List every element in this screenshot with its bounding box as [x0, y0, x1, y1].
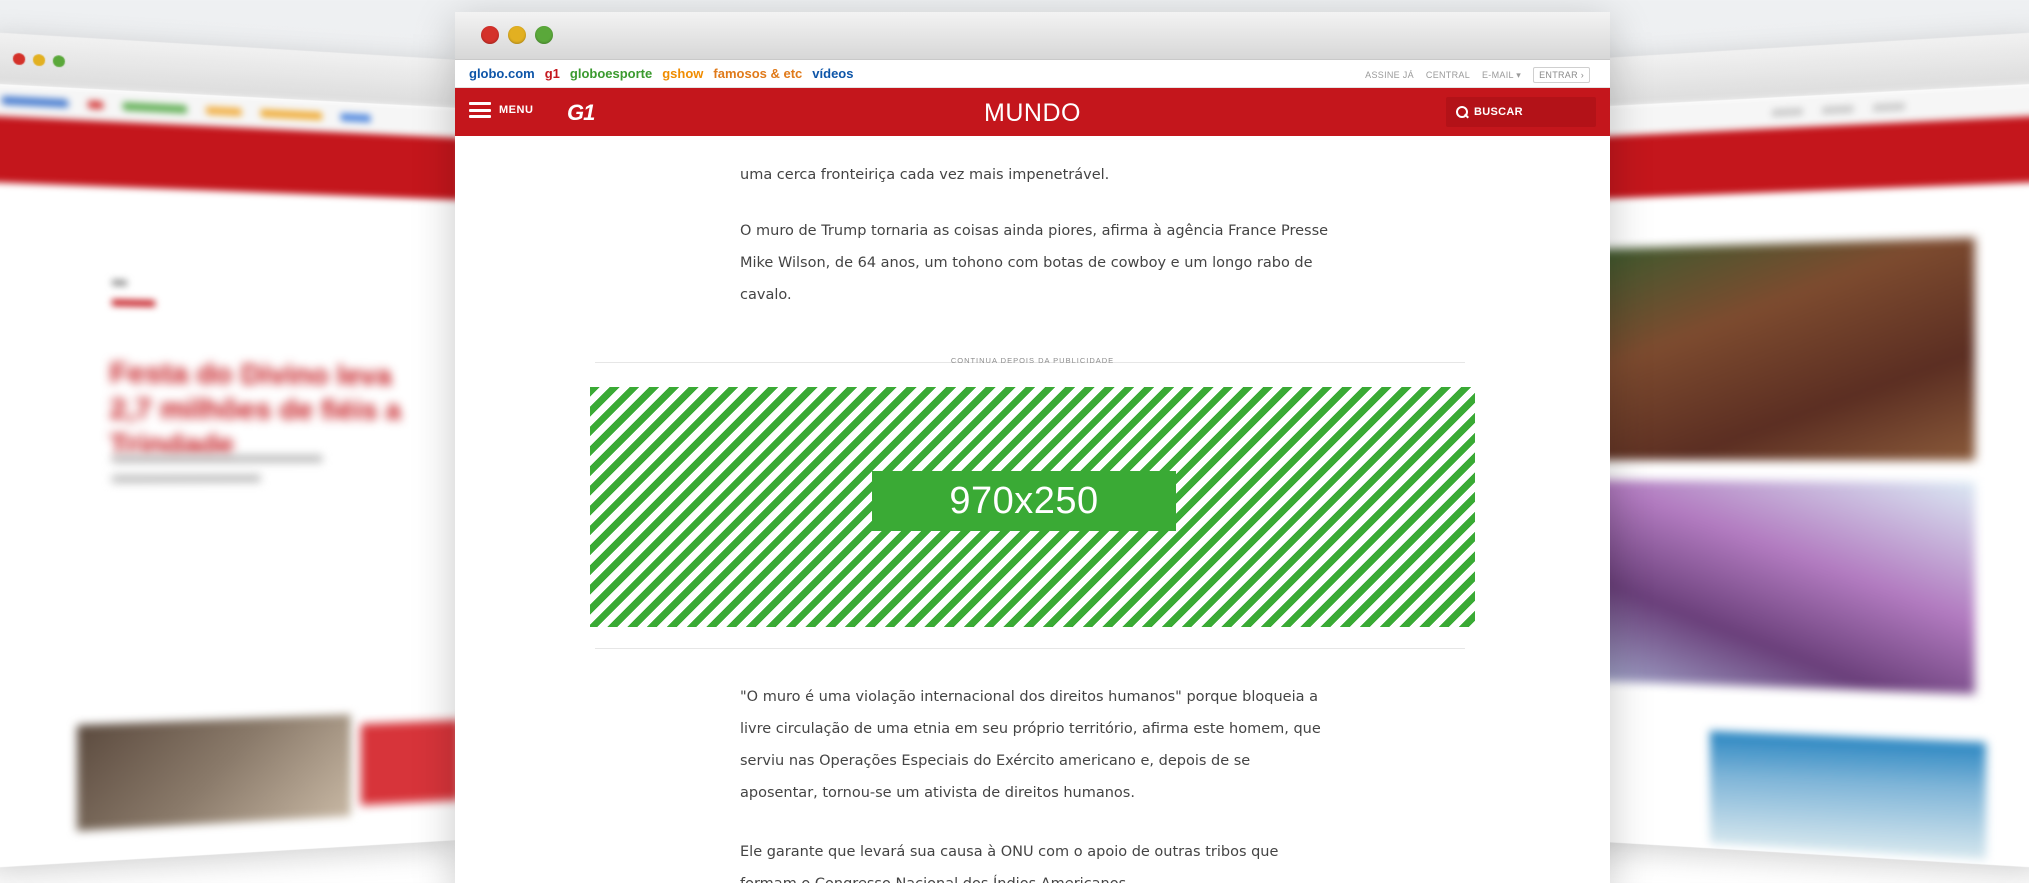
article-teaser: [360, 720, 460, 806]
login-button[interactable]: ENTRAR ›: [1533, 67, 1590, 83]
portal-link[interactable]: globo.com: [469, 66, 535, 81]
search-button[interactable]: BUSCAR: [1446, 97, 1596, 127]
article-image: [1599, 237, 1975, 461]
portal-link[interactable]: gshow: [662, 66, 703, 81]
close-dot-icon: [12, 52, 26, 66]
subscribe-link[interactable]: ASSINE JÁ: [1365, 70, 1414, 80]
search-label: BUSCAR: [1474, 106, 1523, 118]
minimize-dot-icon[interactable]: [508, 26, 526, 44]
article-paragraph: Ele garante que levará sua causa à ONU c…: [740, 844, 1279, 883]
article-paragraph: "O muro é uma violação internacional dos…: [740, 689, 1321, 801]
portal-link[interactable]: globoesporte: [570, 66, 652, 81]
portal-links: globo.com g1 globoesporte gshow famosos & et…: [469, 66, 853, 81]
portal-link[interactable]: g1: [545, 66, 560, 81]
section-title: MUNDO: [984, 99, 1081, 127]
portal-bar: globo.com g1 globoesporte gshow famosos & et…: [455, 60, 1610, 88]
background-window-left: Festa do Divino leva 2,7 milhões de fiéi…: [0, 32, 460, 868]
article-headline: Festa do Divino leva 2,7 milhões de fiéi…: [109, 356, 401, 461]
close-dot-icon[interactable]: [481, 26, 499, 44]
article-paragraph: uma cerca fronteiriça cada vez mais impe…: [740, 167, 1110, 183]
central-link[interactable]: CENTRAL: [1426, 70, 1470, 80]
article-image: [1709, 730, 1986, 860]
ad-slot[interactable]: 970x250: [590, 387, 1475, 627]
article-thumbnail: [77, 714, 351, 831]
maximize-dot-icon[interactable]: [535, 26, 553, 44]
section-nav-bar: MENU G1 MUNDO BUSCAR: [455, 88, 1610, 136]
background-window-right: [1570, 32, 2029, 868]
window-chrome: [455, 12, 1610, 60]
article-paragraph: O muro de Trump tornaria as coisas ainda…: [740, 223, 1329, 303]
portal-link[interactable]: famosos & etc: [713, 66, 802, 81]
portal-account-links: ASSINE JÁ CENTRAL E-MAIL ▾ ENTRAR ›: [1365, 67, 1590, 83]
ad-label: CONTINUA DEPOIS DA PUBLICIDADE: [950, 356, 1115, 365]
search-icon: [1456, 106, 1468, 118]
portal-link[interactable]: vídeos: [812, 66, 853, 81]
browser-window: globo.com g1 globoesporte gshow famosos & et…: [455, 12, 1610, 883]
email-link[interactable]: E-MAIL ▾: [1482, 70, 1521, 81]
article-image: [1599, 480, 1975, 695]
ad-size-label: 970x250: [872, 471, 1176, 531]
minimize-dot-icon: [32, 53, 46, 67]
maximize-dot-icon: [52, 55, 65, 68]
